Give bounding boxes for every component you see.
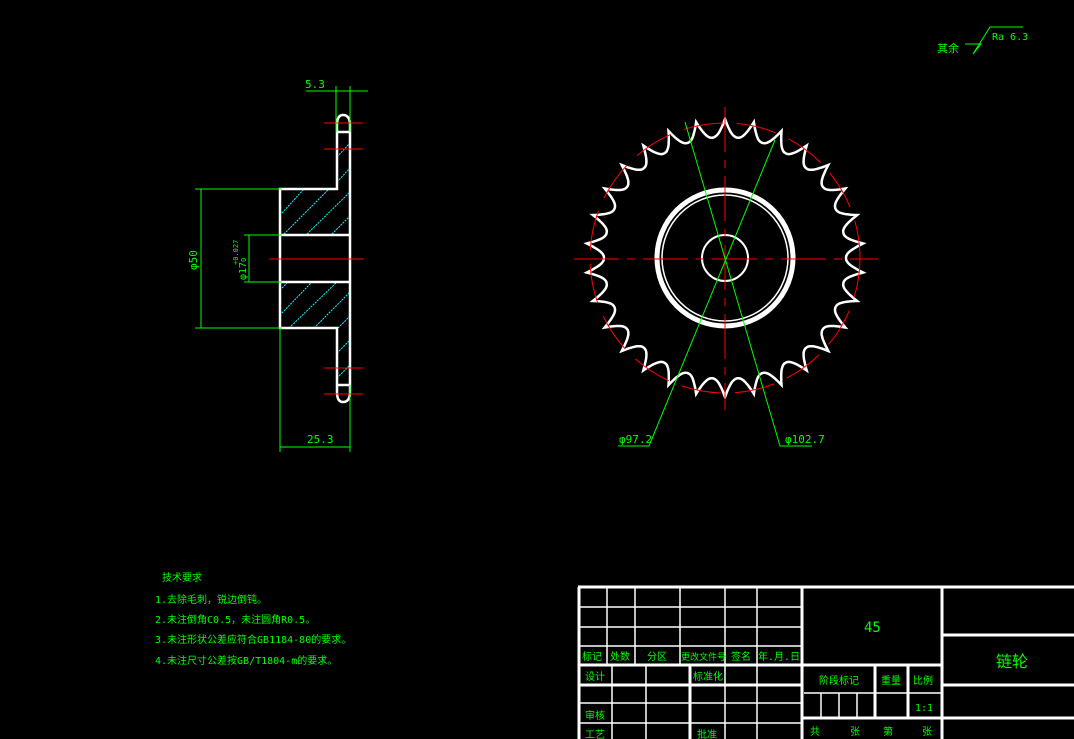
part-name: 链轮 [996,652,1028,671]
header-mark: 标记 [582,651,602,663]
section-view: 5.3 φ50 φ17 +0.027 0 25.3 [187,78,368,452]
tech-item: 3.未注形状公差应符合GB1184-80的要求。 [155,633,351,646]
dim-right: φ102.7 [785,433,825,446]
label-approve: 批准 [697,728,717,739]
dim-hub-diameter: φ50 [187,250,200,270]
scale-value: 1:1 [915,703,933,714]
label-standardization: 标准化 [693,670,723,683]
dim-left: φ97.2 [619,433,652,446]
header-count: 处数 [610,650,630,663]
dim-bore-tol: +0.027 [232,240,240,265]
header-signature: 签名 [731,650,751,663]
dimensions: 5.3 φ50 φ17 +0.027 0 25.3 [187,78,368,452]
surface-roughness-note: 其余 Ra 6.3 [937,26,1028,55]
header-zone: 分区 [647,651,667,663]
header-date: 年.月.日 [758,650,800,663]
label-review: 审核 [585,709,605,722]
dim-hub-length: 25.3 [307,433,334,446]
label-process: 工艺 [585,729,605,739]
cad-drawing: 其余 Ra 6.3 5.3 φ50 φ17 +0.027 0 25.3 φ97.… [155,26,1074,739]
tech-item: 2.未注倒角C0.5，未注圆角R0.5。 [155,613,315,626]
roughness-value: Ra 6.3 [992,32,1028,43]
label-design: 设计 [585,670,605,683]
label-total: 共 [810,726,820,738]
front-view: φ97.2 φ102.7 [574,107,878,447]
label-weight: 重量 [881,674,901,687]
hatching [281,142,351,379]
label-sheets: 张 [850,726,860,738]
header-change-doc: 更改文件号 [681,651,726,663]
label-scale: 比例 [913,674,933,687]
tech-item: 4.未注尺寸公差按GB/T1804-m的要求。 [155,654,337,667]
tech-title: 技术要求 [162,571,202,584]
material: 45 [864,620,881,636]
tech-item: 1.去除毛刺，锐边倒钝。 [155,593,267,606]
dimension-leaders: φ97.2 φ102.7 [618,121,825,447]
dim-bore-tol-low: 0 [240,258,248,262]
dim-plate-width: 5.3 [305,78,325,91]
label-sheet-no: 第 [883,725,893,738]
roughness-label: 其余 [937,41,959,55]
label-sheets-2: 张 [922,726,932,738]
technical-requirements: 技术要求 1.去除毛刺，锐边倒钝。 2.未注倒角C0.5，未注圆角R0.5。 3… [155,571,351,667]
label-stage-mark: 阶段标记 [819,674,859,687]
title-block: 标记 处数 分区 更改文件号 签名 年.月.日 设计 标准化 审核 工艺 批准 … [577,585,1074,739]
